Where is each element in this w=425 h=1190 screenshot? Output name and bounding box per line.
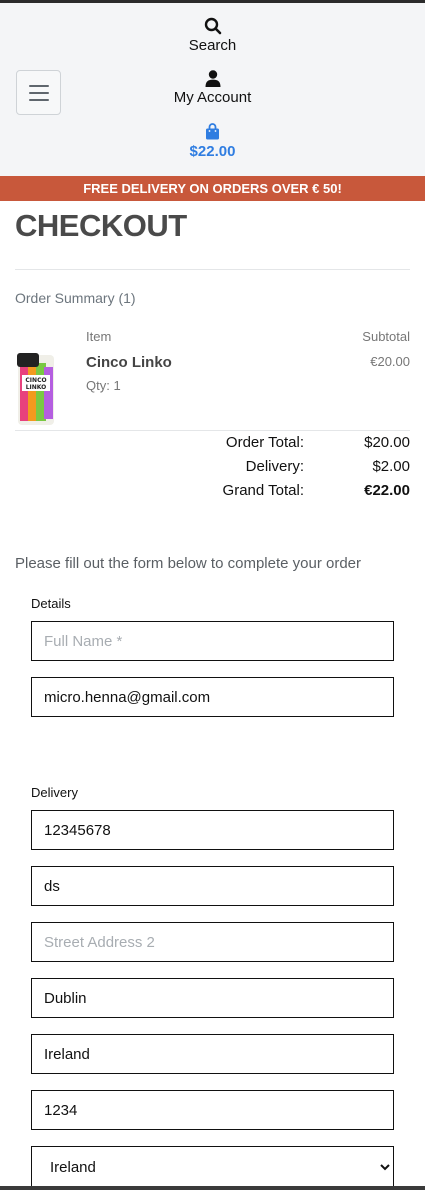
search-link[interactable]: Search	[0, 17, 425, 54]
full-name-field[interactable]	[31, 621, 394, 661]
bottom-edge	[0, 1186, 425, 1190]
product-subtotal: €20.00	[370, 354, 410, 369]
shopping-bag-icon	[206, 123, 219, 140]
column-header-item: Item	[86, 329, 112, 344]
divider	[15, 269, 410, 270]
shopping-bag-link[interactable]: $22.00	[0, 123, 425, 160]
product-qty: Qty: 1	[86, 378, 121, 393]
product-image-text: CINCO	[25, 377, 46, 384]
order-total-value: $20.00	[364, 434, 410, 451]
details-label: Details	[31, 596, 71, 611]
county-field[interactable]	[31, 1034, 394, 1074]
delivery-value: $2.00	[372, 458, 410, 475]
postcode-field[interactable]	[31, 1090, 394, 1130]
delivery-banner: FREE DELIVERY ON ORDERS OVER € 50!	[0, 176, 425, 201]
order-total-label: Order Total:	[225, 434, 304, 451]
top-header: Search My Account $22.00	[0, 0, 425, 176]
column-header-subtotal: Subtotal	[362, 329, 410, 344]
user-icon	[205, 70, 220, 87]
product-name: Cinco Linko	[86, 354, 172, 371]
svg-text:LINKO: LINKO	[26, 384, 47, 391]
account-link[interactable]: My Account	[0, 70, 425, 106]
divider	[15, 430, 410, 431]
page-title: CHECKOUT	[15, 208, 187, 243]
delivery-label: Delivery:	[245, 458, 304, 475]
street-address2-field[interactable]	[31, 922, 394, 962]
street-address1-field[interactable]	[31, 866, 394, 906]
search-label: Search	[188, 37, 237, 54]
order-summary-heading: Order Summary (1)	[15, 290, 136, 306]
delivery-section-label: Delivery	[31, 785, 78, 800]
grand-total-label: Grand Total:	[222, 482, 304, 499]
form-intro: Please fill out the form below to comple…	[15, 555, 362, 572]
town-city-field[interactable]	[31, 978, 394, 1018]
bag-total: $22.00	[189, 143, 236, 160]
search-icon	[204, 17, 221, 35]
product-image: CINCO LINKO	[17, 353, 54, 425]
phone-number-field[interactable]	[31, 810, 394, 850]
account-label: My Account	[173, 89, 252, 106]
country-select[interactable]: Ireland	[31, 1146, 394, 1188]
email-field[interactable]	[31, 677, 394, 717]
grand-total-value: €22.00	[364, 482, 410, 499]
